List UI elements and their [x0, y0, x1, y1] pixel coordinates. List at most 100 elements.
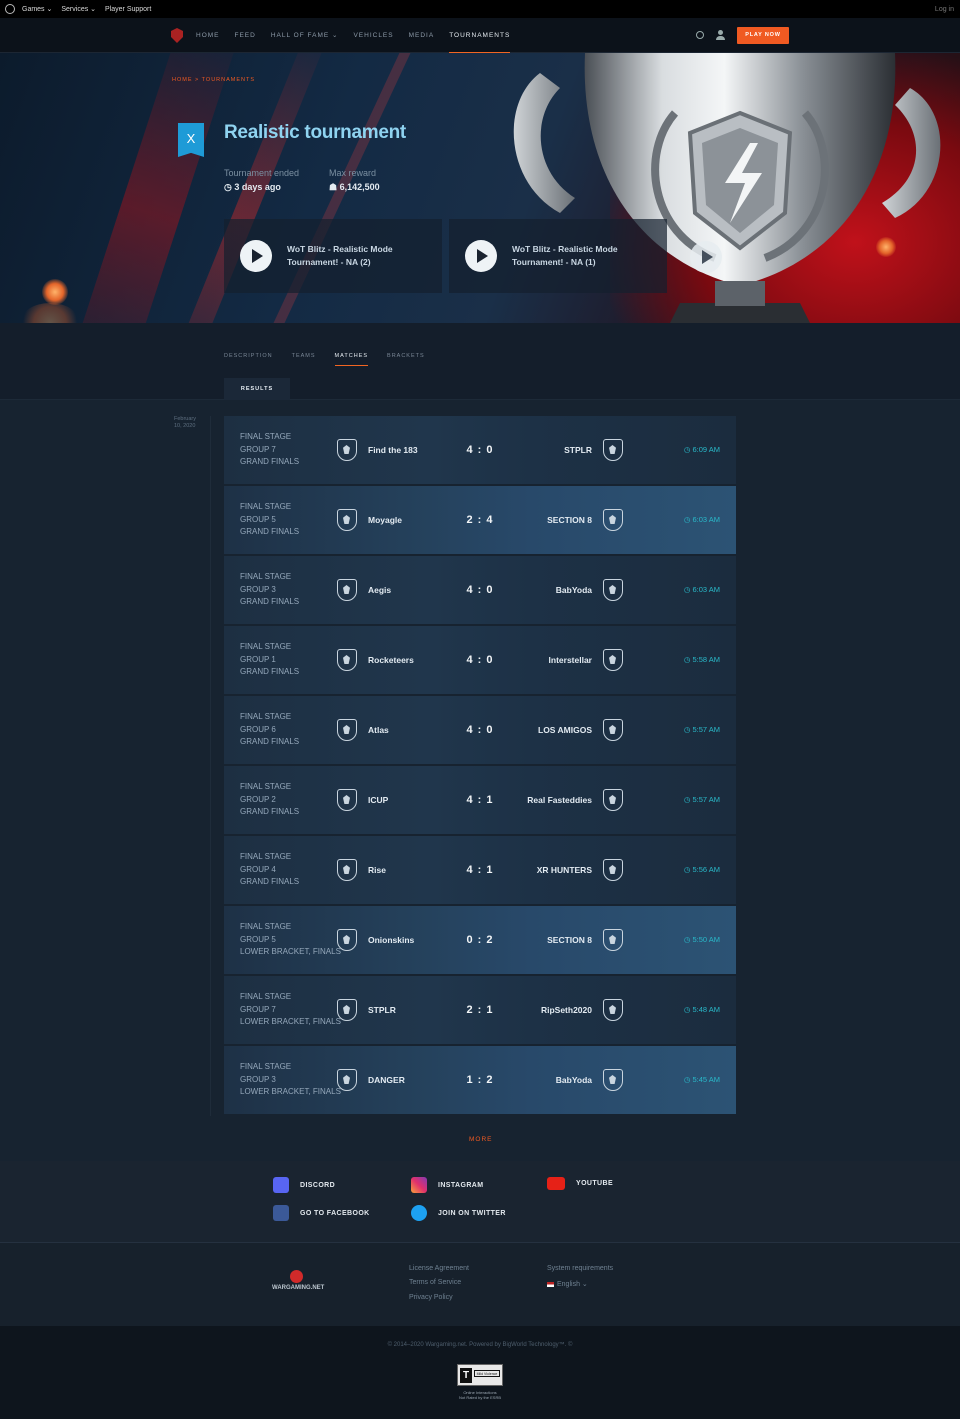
- round-label: GRAND FINALS: [240, 877, 300, 886]
- match-row[interactable]: FINAL STAGE GROUP 3 GRAND FINALS Aegis 4 : 0…: [224, 556, 736, 624]
- license-link[interactable]: License Agreement: [409, 1265, 469, 1272]
- team-2-name[interactable]: SECTION 8: [547, 935, 592, 945]
- breadcrumb[interactable]: HOME > TOURNAMENTS: [172, 77, 255, 83]
- tab-matches[interactable]: MATCHES: [334, 353, 369, 366]
- video-title: WoT Blitz - Realistic Mode Tournament! -…: [512, 244, 618, 267]
- tab-description[interactable]: DESCRIPTION: [224, 353, 273, 366]
- discord-icon: [273, 1177, 289, 1193]
- tab-brackets[interactable]: BRACKETS: [387, 353, 425, 366]
- language-label: English ⌄: [557, 1281, 588, 1288]
- team-2-name[interactable]: XR HUNTERS: [537, 865, 592, 875]
- round-label: GRAND FINALS: [240, 667, 300, 676]
- team-2-name[interactable]: Real Fasteddies: [527, 795, 592, 805]
- team-1-name[interactable]: Moyagle: [368, 515, 402, 525]
- video-card[interactable]: WoT Blitz - Realistic Mode Tournament! -…: [224, 219, 442, 293]
- stage-label: FINAL STAGE: [240, 922, 292, 931]
- team-2-name[interactable]: Interstellar: [549, 655, 592, 665]
- facebook-label: GO TO FACEBOOK: [300, 1209, 370, 1217]
- nav-item-feed[interactable]: FEED: [235, 18, 256, 53]
- team-2-name[interactable]: RipSeth2020: [541, 1005, 592, 1015]
- team-1-name[interactable]: DANGER: [368, 1075, 405, 1085]
- team-1-name[interactable]: Rocketeers: [368, 655, 414, 665]
- instagram-icon: [411, 1177, 427, 1193]
- play-now-button[interactable]: PLAY NOW: [737, 27, 789, 44]
- team-1-name[interactable]: Atlas: [368, 725, 389, 735]
- youtube-link[interactable]: YOUTUBE: [547, 1177, 613, 1190]
- group-label: GROUP 3: [240, 1074, 276, 1084]
- user-icon[interactable]: [716, 30, 725, 40]
- video-card[interactable]: WoT Blitz - Realistic Mode Tournament! -…: [449, 219, 667, 293]
- team-2-name[interactable]: STPLR: [564, 445, 592, 455]
- wargaming-icon[interactable]: [5, 4, 15, 14]
- player-support-link[interactable]: Player Support: [105, 6, 151, 13]
- instagram-link[interactable]: INSTAGRAM: [411, 1177, 483, 1193]
- team-1-name[interactable]: ICUP: [368, 795, 388, 805]
- team-1-name[interactable]: STPLR: [368, 1005, 396, 1015]
- team-shield-icon: [603, 579, 623, 601]
- privacy-link[interactable]: Privacy Policy: [409, 1294, 453, 1301]
- nav-item-home[interactable]: HOME: [196, 18, 220, 53]
- round-label: GRAND FINALS: [240, 597, 300, 606]
- tab-teams[interactable]: TEAMS: [292, 353, 316, 366]
- team-2-name[interactable]: BabYoda: [556, 1075, 592, 1085]
- stage-label: FINAL STAGE: [240, 432, 292, 441]
- match-time: ◷ 6:09 AM: [683, 445, 720, 454]
- login-link[interactable]: Log in: [935, 6, 954, 13]
- team-1-name[interactable]: Find the 183: [368, 445, 418, 455]
- match-row[interactable]: FINAL STAGE GROUP 2 GRAND FINALS ICUP 4 : 1 R…: [224, 766, 736, 834]
- match-row[interactable]: FINAL STAGE GROUP 5 GRAND FINALS Moyagle 2 :…: [224, 486, 736, 554]
- match-score: 1 : 2: [466, 1074, 494, 1086]
- wargaming-logo-icon[interactable]: [290, 1270, 303, 1283]
- play-icon[interactable]: [465, 240, 497, 272]
- team-1-name[interactable]: Aegis: [368, 585, 391, 595]
- team-2-name[interactable]: BabYoda: [556, 585, 592, 595]
- search-icon[interactable]: [696, 31, 704, 39]
- wot-blitz-logo-icon[interactable]: [171, 28, 183, 43]
- results-subtab[interactable]: RESULTS: [224, 378, 290, 401]
- nav-item-tournaments[interactable]: TOURNAMENTS: [449, 18, 511, 53]
- match-time: ◷ 5:50 AM: [683, 935, 720, 944]
- match-score: 4 : 1: [466, 864, 494, 876]
- team-shield-icon: [337, 1069, 357, 1091]
- timeline-divider: [210, 416, 211, 1116]
- nav-item-vehicles[interactable]: VEHICLES: [353, 18, 393, 53]
- system-requirements-link[interactable]: System requirements: [547, 1265, 613, 1272]
- match-stage: FINAL STAGE GROUP 7 GRAND FINALS: [240, 431, 299, 469]
- match-row[interactable]: FINAL STAGE GROUP 7 LOWER BRACKET, FINALS S…: [224, 976, 736, 1044]
- match-row[interactable]: FINAL STAGE GROUP 1 GRAND FINALS Rocketeers…: [224, 626, 736, 694]
- play-icon[interactable]: [240, 240, 272, 272]
- match-time: ◷ 5:58 AM: [683, 655, 720, 664]
- round-label: GRAND FINALS: [240, 807, 300, 816]
- more-button[interactable]: MORE: [469, 1136, 493, 1143]
- team-1-name[interactable]: Onionskins: [368, 935, 414, 945]
- esrb-rating-badge: T Mild Violence: [457, 1364, 503, 1386]
- services-menu[interactable]: Services ⌄: [61, 5, 96, 13]
- facebook-link[interactable]: GO TO FACEBOOK: [273, 1205, 370, 1221]
- games-menu[interactable]: Games ⌄: [22, 5, 52, 13]
- team-shield-icon: [603, 439, 623, 461]
- team-shield-icon: [337, 649, 357, 671]
- play-icon[interactable]: [690, 241, 722, 273]
- terms-link[interactable]: Terms of Service: [409, 1279, 461, 1286]
- match-stage: FINAL STAGE GROUP 7 LOWER BRACKET, FINALS: [240, 991, 341, 1029]
- wargaming-brand[interactable]: WARGAMING.NET: [272, 1285, 324, 1291]
- team-2-name[interactable]: SECTION 8: [547, 515, 592, 525]
- twitter-link[interactable]: JOIN ON TWITTER: [411, 1205, 506, 1221]
- discord-link[interactable]: DISCORD: [273, 1177, 335, 1193]
- match-time: ◷ 5:45 AM: [683, 1075, 720, 1084]
- nav-item-media[interactable]: MEDIA: [409, 18, 435, 53]
- match-score: 4 : 0: [466, 724, 494, 736]
- match-row[interactable]: FINAL STAGE GROUP 4 GRAND FINALS Rise 4 : 1 X…: [224, 836, 736, 904]
- match-row[interactable]: FINAL STAGE GROUP 5 LOWER BRACKET, FINALS O…: [224, 906, 736, 974]
- match-row[interactable]: FINAL STAGE GROUP 6 GRAND FINALS Atlas 4 : 0…: [224, 696, 736, 764]
- esrb-descriptor: Mild Violence: [474, 1370, 500, 1377]
- match-row[interactable]: FINAL STAGE GROUP 3 LOWER BRACKET, FINALS D…: [224, 1046, 736, 1114]
- match-time: ◷ 5:56 AM: [683, 865, 720, 874]
- match-row[interactable]: FINAL STAGE GROUP 7 GRAND FINALS Find the 1…: [224, 416, 736, 484]
- nav-item-hall-of-fame[interactable]: HALL OF FAME ⌄: [271, 18, 339, 53]
- language-selector[interactable]: English ⌄: [547, 1280, 588, 1288]
- esrb-rating-letter: T: [460, 1368, 472, 1383]
- team-2-name[interactable]: LOS AMIGOS: [538, 725, 592, 735]
- team-1-name[interactable]: Rise: [368, 865, 386, 875]
- tournament-ended-label: Tournament ended: [224, 168, 300, 178]
